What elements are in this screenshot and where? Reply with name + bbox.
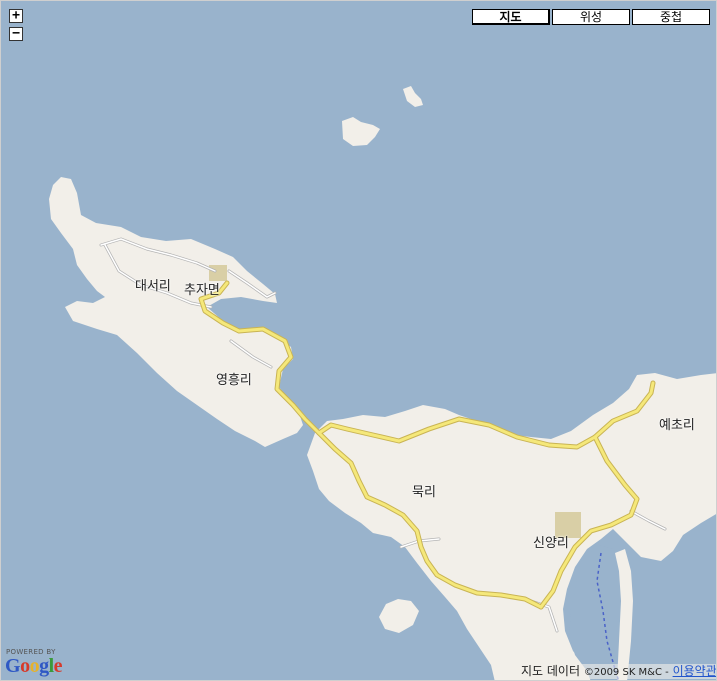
zoom-in-button[interactable]: + (9, 9, 23, 23)
map-type-satellite-button[interactable]: 위성 (552, 9, 630, 25)
map-viewport[interactable]: 대서리 추자면 영흥리 예초리 묵리 신양리 + − 지도 위성 중첩 POWE… (0, 0, 717, 681)
zoom-out-button[interactable]: − (9, 27, 23, 41)
map-type-hybrid-button[interactable]: 중첩 (632, 9, 710, 25)
google-logo[interactable]: Google (5, 655, 63, 677)
map-type-switcher: 지도 위성 중첩 (472, 9, 710, 25)
logo-letter: G (5, 655, 21, 677)
place-label-mukri: 묵리 (412, 485, 436, 500)
place-label-sinyang-ri: 신양리 (533, 536, 569, 551)
place-label-yechori: 예초리 (659, 418, 695, 433)
sinyang-town-block (555, 512, 581, 538)
map-attribution: 지도 데이터 ©2009 SK M&C - 이용약관 (519, 664, 716, 679)
copyright-text: ©2009 SK M&C - (583, 667, 669, 678)
terms-of-use-link[interactable]: 이용약관 (673, 664, 716, 678)
logo-letter: o (20, 655, 30, 677)
map-data-label: 지도 데이터 (521, 664, 581, 678)
map-type-map-button[interactable]: 지도 (472, 9, 550, 25)
chuja-town-block (209, 265, 227, 281)
logo-letter: o (29, 655, 40, 677)
sea (1, 1, 716, 680)
logo-letter: g (39, 655, 49, 677)
logo-letter: e (53, 655, 63, 677)
map-canvas[interactable] (1, 1, 717, 681)
place-label-yeongheung-ri: 영흥리 (216, 373, 252, 388)
place-label-daeseo-ri: 대서리 (135, 279, 171, 294)
place-label-chuja-myeon: 추자면 (184, 283, 220, 298)
